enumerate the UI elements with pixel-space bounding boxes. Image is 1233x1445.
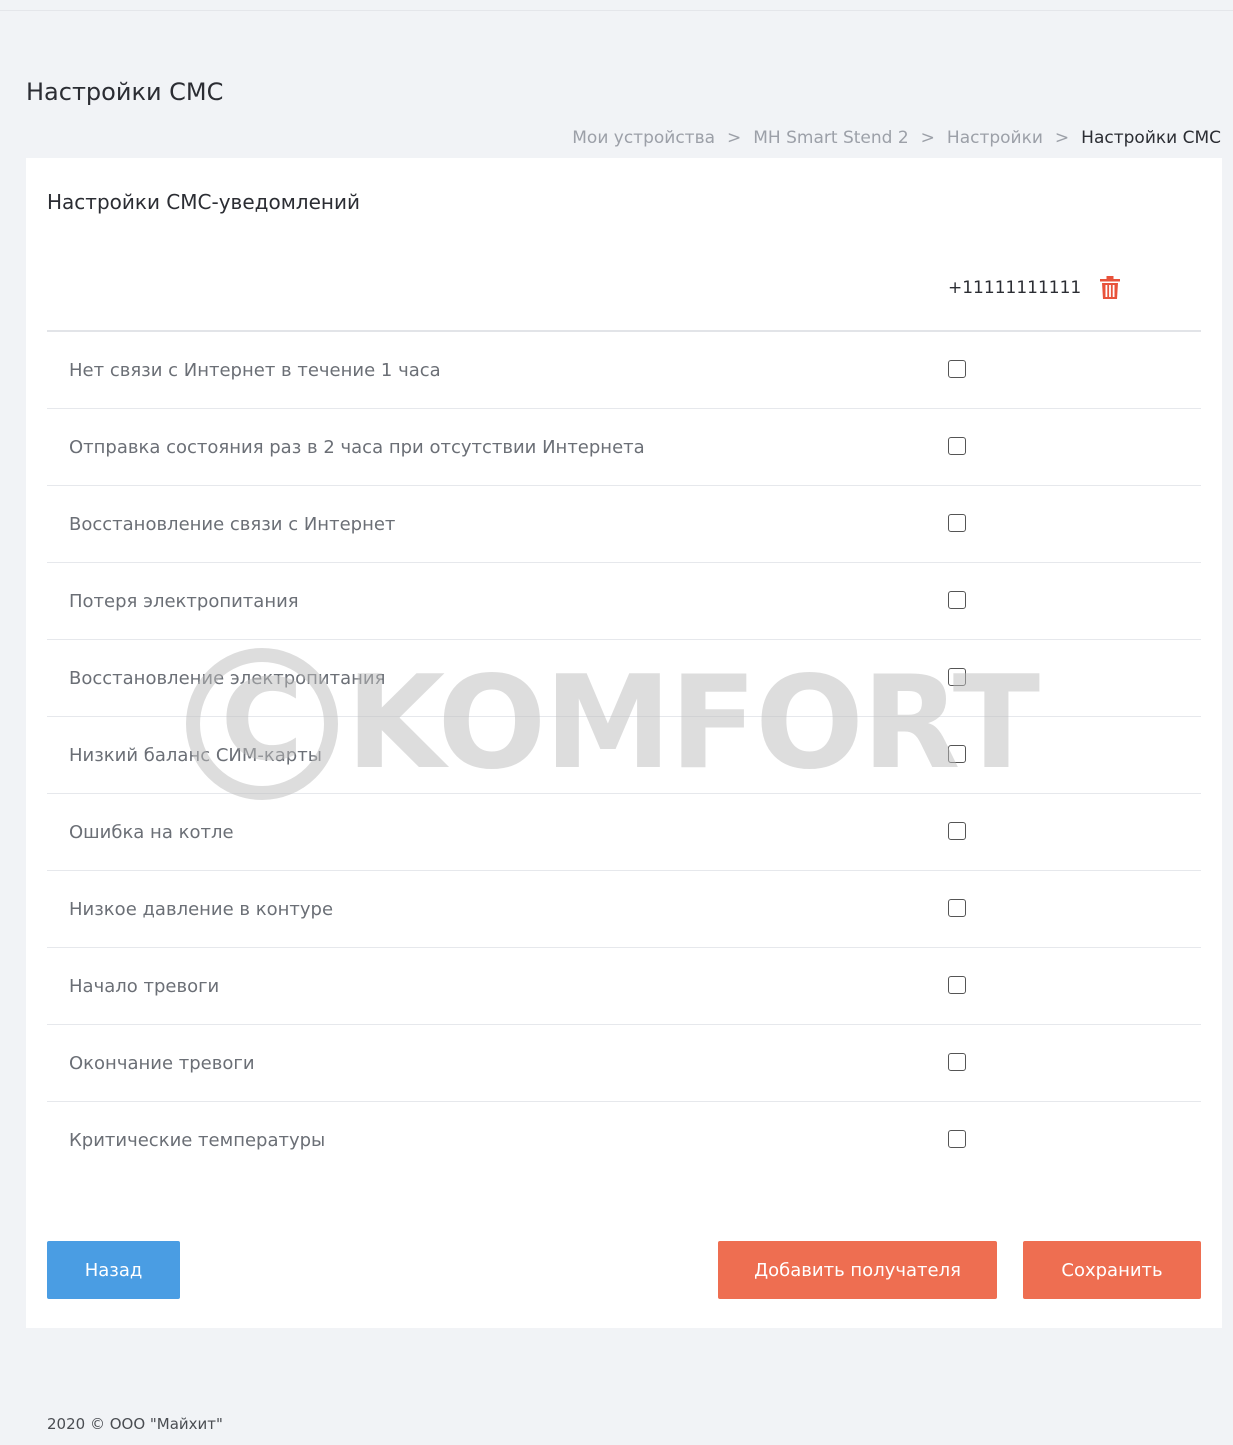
- save-button[interactable]: Сохранить: [1023, 1241, 1201, 1299]
- notification-checkbox[interactable]: [948, 591, 966, 609]
- table-row: Окончание тревоги: [47, 1025, 1201, 1102]
- notification-checkbox[interactable]: [948, 1130, 966, 1148]
- breadcrumb-current: Настройки СМС: [1081, 128, 1221, 148]
- notification-checkbox[interactable]: [948, 1053, 966, 1071]
- notification-checkbox[interactable]: [948, 514, 966, 532]
- notification-label: Критические температуры: [69, 1130, 326, 1151]
- notification-table: Нет связи с Интернет в течение 1 часа От…: [47, 332, 1201, 1178]
- table-row: Начало тревоги: [47, 948, 1201, 1025]
- breadcrumb-settings[interactable]: Настройки: [947, 128, 1043, 148]
- breadcrumb: Мои устройства > MH Smart Stend 2 > Наст…: [572, 128, 1221, 148]
- notification-checkbox[interactable]: [948, 899, 966, 917]
- breadcrumb-separator: >: [1054, 128, 1070, 148]
- notification-checkbox[interactable]: [948, 822, 966, 840]
- notification-checkbox[interactable]: [948, 976, 966, 994]
- table-row: Отправка состояния раз в 2 часа при отсу…: [47, 409, 1201, 486]
- notification-label: Восстановление связи с Интернет: [69, 514, 396, 535]
- breadcrumb-my-devices[interactable]: Мои устройства: [572, 128, 715, 148]
- notification-label: Потеря электропитания: [69, 591, 299, 612]
- notification-checkbox[interactable]: [948, 360, 966, 378]
- table-row: Восстановление электропитания: [47, 640, 1201, 717]
- table-row: Потеря электропитания: [47, 563, 1201, 640]
- notification-label: Низкий баланс СИМ-карты: [69, 745, 322, 766]
- table-row: Восстановление связи с Интернет: [47, 486, 1201, 563]
- notification-checkbox[interactable]: [948, 437, 966, 455]
- footer-copyright: 2020 © ООО "Майхит": [47, 1415, 223, 1433]
- table-row: Критические температуры: [47, 1102, 1201, 1178]
- notification-checkbox[interactable]: [948, 668, 966, 686]
- notification-label: Низкое давление в контуре: [69, 899, 334, 920]
- page-title: Настройки СМС: [26, 78, 224, 106]
- notification-label: Ошибка на котле: [69, 822, 234, 843]
- notification-label: Восстановление электропитания: [69, 668, 386, 689]
- breadcrumb-separator: >: [920, 128, 935, 148]
- table-row: Ошибка на котле: [47, 794, 1201, 871]
- notification-label: Нет связи с Интернет в течение 1 часа: [69, 360, 441, 381]
- sms-settings-card: Настройки СМС-уведомлений +11111111111 Н…: [26, 158, 1222, 1328]
- notification-label: Начало тревоги: [69, 976, 220, 997]
- table-row: Низкое давление в контуре: [47, 871, 1201, 948]
- breadcrumb-separator: >: [727, 128, 742, 148]
- trash-icon[interactable]: [1099, 276, 1121, 300]
- notification-label: Отправка состояния раз в 2 часа при отсу…: [69, 437, 645, 458]
- back-button[interactable]: Назад: [47, 1241, 180, 1299]
- table-row: Нет связи с Интернет в течение 1 часа: [47, 332, 1201, 409]
- top-bar: [0, 0, 1233, 11]
- notification-label: Окончание тревоги: [69, 1053, 255, 1074]
- card-title: Настройки СМС-уведомлений: [47, 190, 360, 214]
- table-row: Низкий баланс СИМ-карты: [47, 717, 1201, 794]
- breadcrumb-device[interactable]: MH Smart Stend 2: [753, 128, 908, 148]
- recipient-column-header: +11111111111: [948, 276, 1121, 300]
- notification-checkbox[interactable]: [948, 745, 966, 763]
- recipient-phone: +11111111111: [948, 278, 1082, 298]
- add-recipient-button[interactable]: Добавить получателя: [718, 1241, 997, 1299]
